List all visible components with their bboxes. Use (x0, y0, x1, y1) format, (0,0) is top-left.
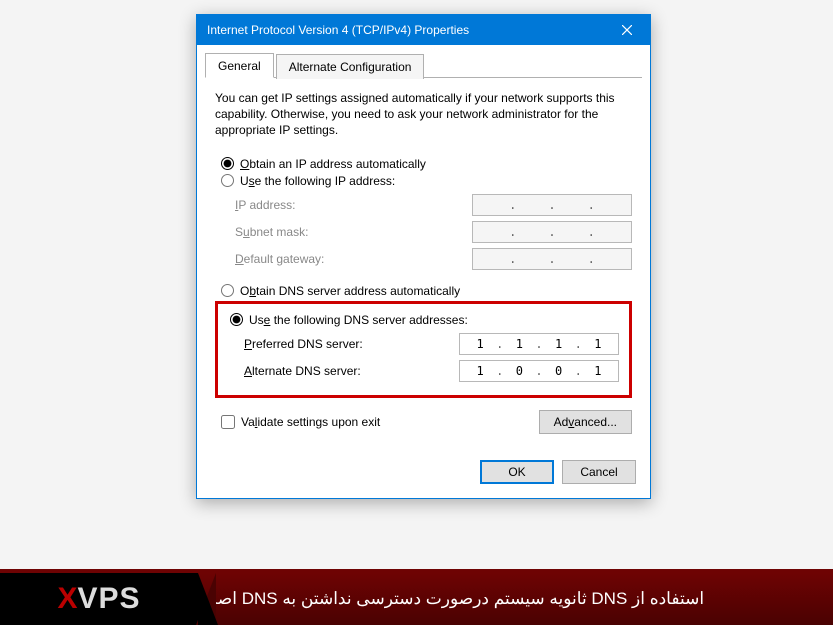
ip-address-label: IP address: (235, 198, 296, 212)
ok-button[interactable]: OK (480, 460, 554, 484)
logo-vps: VPS (77, 582, 140, 616)
cancel-button[interactable]: Cancel (562, 460, 636, 484)
alternate-dns-input[interactable]: 1. 0. 0. 1 (459, 360, 619, 382)
radio-ip-auto-input[interactable] (221, 157, 234, 170)
ip-address-input: ... (472, 194, 632, 216)
bottom-bar: XVPS استفاده از DNS ثانویه سیستم درصورت … (0, 573, 833, 625)
close-button[interactable] (604, 15, 650, 45)
tab-panel-general: You can get IP settings assigned automat… (197, 78, 650, 450)
subnet-mask-label: Subnet mask: (235, 225, 308, 239)
radio-dns-auto-input[interactable] (221, 284, 234, 297)
window-title: Internet Protocol Version 4 (TCP/IPv4) P… (207, 23, 469, 37)
caption-block: استفاده از DNS ثانویه سیستم درصورت دسترس… (198, 573, 833, 625)
default-gateway-input: ... (472, 248, 632, 270)
default-gateway-label: Default gateway: (235, 252, 324, 266)
dns-group: Obtain DNS server address automatically … (215, 284, 632, 398)
radio-ip-auto-label: Obtain an IP address automatically (240, 157, 426, 171)
validate-row: Validate settings upon exit Advanced... (221, 410, 632, 434)
tab-bar: General Alternate Configuration (205, 53, 642, 78)
validate-checkbox-row[interactable]: Validate settings upon exit (221, 415, 380, 429)
radio-ip-auto[interactable]: Obtain an IP address automatically (221, 157, 632, 171)
alternate-dns-label: Alternate DNS server: (244, 364, 361, 378)
dns-highlight-box: Use the following DNS server addresses: … (215, 301, 632, 398)
subnet-mask-input: ... (472, 221, 632, 243)
tab-alternate-configuration[interactable]: Alternate Configuration (276, 54, 425, 79)
properties-dialog: Internet Protocol Version 4 (TCP/IPv4) P… (196, 14, 651, 499)
advanced-button[interactable]: Advanced... (539, 410, 632, 434)
preferred-dns-label: Preferred DNS server: (244, 337, 363, 351)
radio-dns-auto-label: Obtain DNS server address automatically (240, 284, 460, 298)
intro-text: You can get IP settings assigned automat… (215, 90, 632, 139)
radio-ip-manual-input[interactable] (221, 174, 234, 187)
radio-dns-auto[interactable]: Obtain DNS server address automatically (221, 284, 632, 298)
close-icon (622, 25, 632, 35)
logo-x: X (57, 582, 77, 616)
radio-ip-manual[interactable]: Use the following IP address: (221, 174, 632, 188)
tab-general[interactable]: General (205, 53, 274, 78)
ip-fields: IP address: ... Subnet mask: ... Default… (235, 194, 632, 270)
radio-ip-manual-label: Use the following IP address: (240, 174, 395, 188)
title-bar: Internet Protocol Version 4 (TCP/IPv4) P… (197, 15, 650, 45)
preferred-dns-input[interactable]: 1. 1. 1. 1 (459, 333, 619, 355)
caption-text: استفاده از DNS ثانویه سیستم درصورت دسترس… (198, 589, 704, 609)
dialog-actions: OK Cancel (197, 450, 650, 498)
radio-dns-manual[interactable]: Use the following DNS server addresses: (230, 313, 619, 327)
radio-dns-manual-input[interactable] (230, 313, 243, 326)
validate-label: Validate settings upon exit (241, 415, 380, 429)
ip-group: Obtain an IP address automatically Use t… (215, 157, 632, 270)
logo: XVPS (0, 573, 198, 625)
validate-checkbox[interactable] (221, 415, 235, 429)
radio-dns-manual-label: Use the following DNS server addresses: (249, 313, 468, 327)
